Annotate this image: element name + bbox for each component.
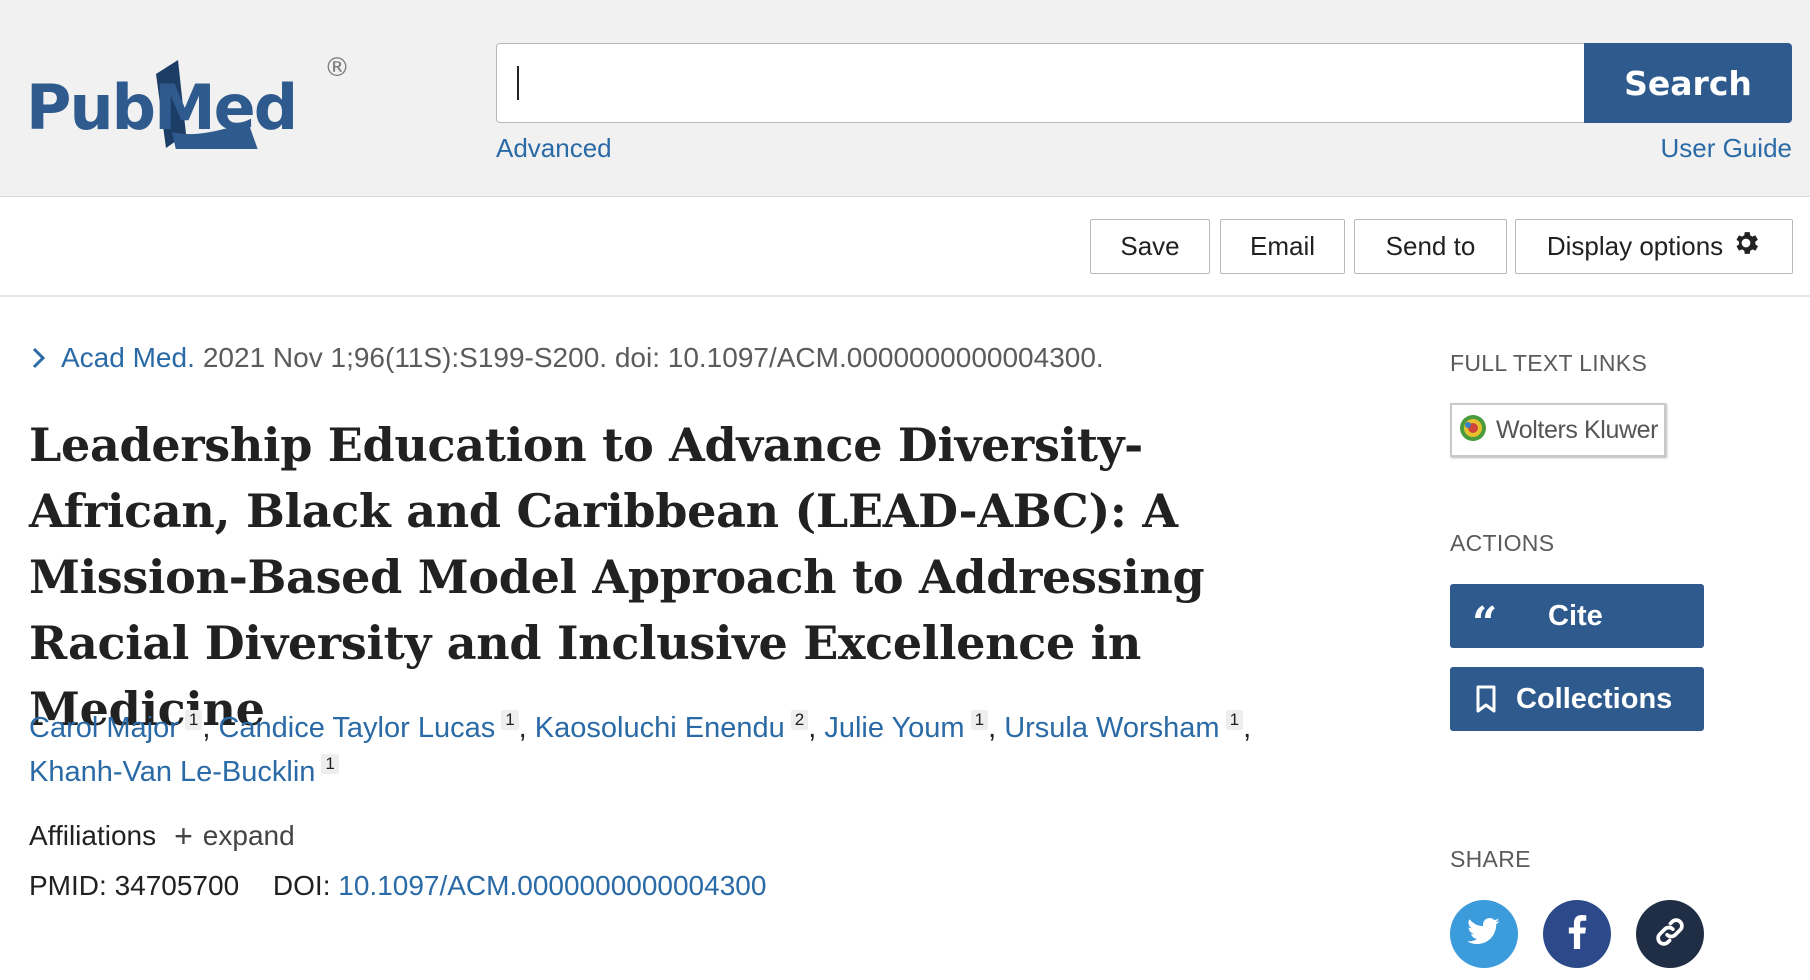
citation-details: 2021 Nov 1;96(11S):S199-S200. doi: 10.10… — [202, 342, 1104, 373]
pubmed-logo[interactable]: PubMed ® — [26, 34, 366, 149]
author-separator: , — [988, 712, 1005, 744]
affiliation-number[interactable]: 2 — [790, 710, 809, 730]
affiliation-number[interactable]: 1 — [321, 754, 339, 774]
affiliation-number[interactable]: 1 — [184, 710, 203, 730]
plus-icon: + — [174, 818, 193, 854]
author-link[interactable]: Candice Taylor Lucas — [218, 712, 495, 744]
facebook-share-button[interactable] — [1543, 900, 1611, 968]
save-button[interactable]: Save — [1090, 219, 1210, 274]
affiliation-number[interactable]: 1 — [501, 710, 519, 730]
display-options-label: Display options — [1546, 231, 1724, 261]
registered-mark: ® — [324, 53, 350, 83]
article-title: Leadership Education to Advance Diversit… — [29, 418, 1205, 736]
author-separator: , — [202, 712, 219, 744]
twitter-share-button[interactable] — [1450, 900, 1518, 968]
cite-label: Cite — [1548, 599, 1603, 632]
author-separator: , — [808, 712, 825, 744]
affiliation-number[interactable]: 1 — [970, 710, 989, 730]
advanced-search-link[interactable]: Advanced — [496, 133, 612, 164]
full-text-links-heading: FULL TEXT LINKS — [1450, 350, 1648, 376]
doi-label: DOI: — [272, 870, 331, 901]
affiliations-row: Affiliations + expand — [29, 820, 295, 852]
permalink-share-button[interactable] — [1636, 900, 1704, 968]
logo-text: PubMed — [26, 71, 296, 144]
pmid-label: PMID: — [29, 870, 107, 901]
quote-icon: “ — [1472, 598, 1498, 649]
expand-label: expand — [202, 820, 295, 851]
affiliation-number[interactable]: 1 — [1225, 710, 1244, 730]
wolters-kluwer-label: Wolters Kluwer — [1496, 415, 1659, 444]
wolters-kluwer-link[interactable]: Wolters Kluwer — [1450, 403, 1666, 457]
identifiers-row: PMID: 34705700 DOI: 10.1097/ACM.00000000… — [29, 870, 766, 902]
search-input[interactable] — [496, 43, 1584, 123]
send-to-button[interactable]: Send to — [1354, 219, 1507, 274]
bookmark-icon — [1474, 684, 1504, 714]
gear-icon — [1731, 228, 1761, 265]
author-link[interactable]: Julie Youm — [824, 712, 964, 744]
author-separator: , — [1243, 712, 1252, 744]
cite-button[interactable]: “ Cite — [1450, 584, 1704, 648]
link-icon — [1653, 915, 1687, 954]
affiliations-expand-button[interactable]: + expand — [174, 820, 295, 852]
journal-link[interactable]: Acad Med. — [61, 342, 195, 374]
wolters-kluwer-logo-icon — [1458, 413, 1488, 448]
facebook-icon — [1567, 914, 1587, 954]
text-caret — [517, 66, 519, 100]
pmid-value: 34705700 — [114, 870, 240, 901]
display-options-button[interactable]: Display options — [1515, 219, 1793, 274]
pubmed-logo-mark: PubMed ® — [26, 53, 350, 149]
collections-label: Collections — [1516, 682, 1673, 715]
twitter-icon — [1467, 917, 1501, 952]
user-guide-link[interactable]: User Guide — [1661, 133, 1793, 164]
author-separator: , — [518, 712, 535, 744]
author-link[interactable]: Kaosoluchi Enendu — [535, 712, 785, 744]
actions-heading: ACTIONS — [1450, 530, 1555, 556]
header-bar: PubMed ® Search Advanced User Guide — [0, 0, 1810, 197]
affiliations-label: Affiliations — [29, 820, 157, 851]
search-button[interactable]: Search — [1584, 43, 1792, 123]
author-link[interactable]: Ursula Worsham — [1004, 712, 1219, 744]
citation-line: Acad Med. 2021 Nov 1;96(11S):S199-S200. … — [29, 342, 1104, 374]
author-link[interactable]: Khanh-Van Le-Bucklin — [29, 756, 315, 788]
share-heading: SHARE — [1450, 846, 1531, 872]
doi-link[interactable]: 10.1097/ACM.0000000000004300 — [338, 870, 766, 901]
toolbar-divider — [0, 295, 1810, 297]
author-link[interactable]: Carol Major — [29, 712, 179, 744]
chevron-right-icon[interactable] — [29, 344, 49, 372]
email-button[interactable]: Email — [1220, 219, 1345, 274]
author-list: Carol Major 1, Candice Taylor Lucas 1, Kao… — [29, 706, 1309, 794]
collections-button[interactable]: Collections — [1450, 667, 1704, 731]
